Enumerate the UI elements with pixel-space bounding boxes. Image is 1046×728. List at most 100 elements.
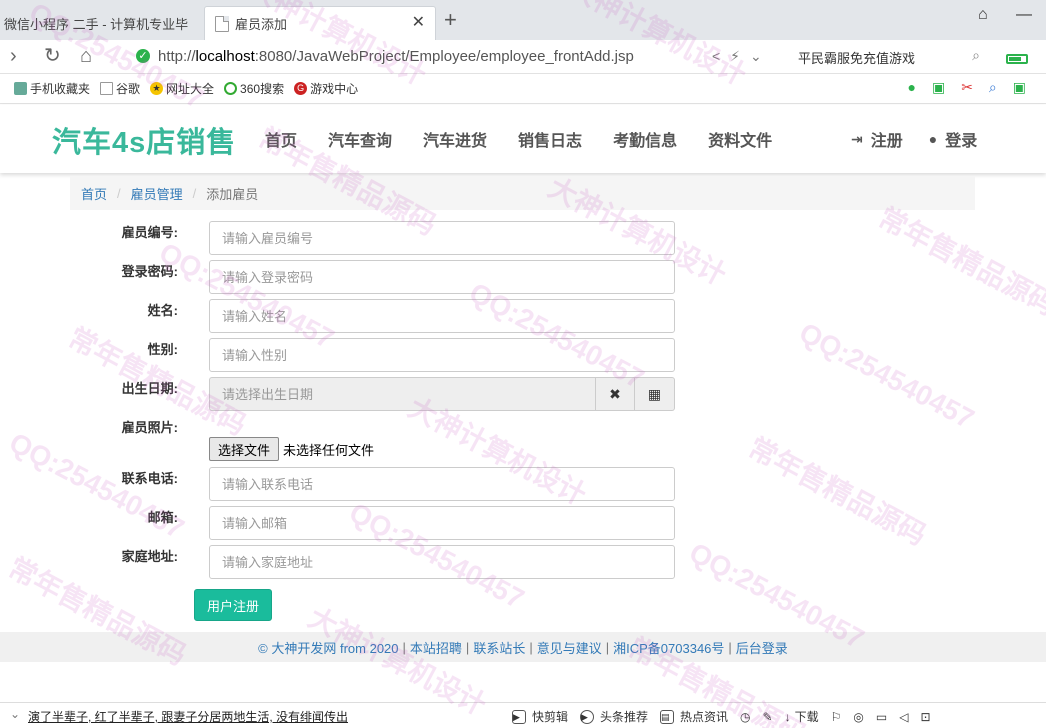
browser-tab-bar: 微信小程序 二手 - 计算机专业毕 雇员添加 ✕ + ⌂ — xyxy=(0,0,1046,40)
browser-status-bar: ⌄ 演了半辈子, 红了半辈子, 跟妻子分居两地生活, 没有绯闻传出 ▶ 快剪辑 ▶… xyxy=(0,702,1046,728)
footer-copyright[interactable]: © 大神开发网 from 2020 xyxy=(258,638,398,657)
address-bar: › ↻ ⌂ ✓ http://localhost:8080/JavaWebPro… xyxy=(0,40,1046,74)
zoom-icon[interactable]: ⊡ xyxy=(920,708,930,725)
login-link[interactable]: ● 登录 xyxy=(929,127,977,151)
browser-tab-inactive[interactable]: 微信小程序 二手 - 计算机专业毕 xyxy=(0,6,200,40)
site-logo[interactable]: 汽车4s店销售 xyxy=(52,119,236,161)
scissors-icon[interactable]: ✂ xyxy=(961,79,973,96)
birthday-input[interactable] xyxy=(209,377,595,411)
page-icon xyxy=(100,82,114,95)
bookmark-item[interactable]: ★ 网址大全 xyxy=(150,80,214,97)
browser-search-input[interactable]: 平民霸服免充值游戏 ⌕ xyxy=(788,44,988,70)
tab-label: 微信小程序 二手 - 计算机专业毕 xyxy=(4,16,189,32)
close-icon[interactable]: ✕ xyxy=(412,15,425,31)
birthday-label: 出生日期: xyxy=(121,381,178,396)
user-icon: ● xyxy=(928,131,938,147)
wechat-icon[interactable]: ● xyxy=(907,79,915,96)
watermark-text: QQ:254540457 xyxy=(794,316,980,435)
home-icon[interactable]: ⌂ xyxy=(80,44,92,68)
game-icon: G xyxy=(294,82,308,95)
bookmark-item[interactable]: 谷歌 xyxy=(100,80,140,97)
password-input[interactable] xyxy=(209,260,675,294)
browser-tab-active[interactable]: 雇员添加 ✕ xyxy=(204,6,436,40)
extension-icons: ● ▣ ✂ ⌕ ▣ xyxy=(907,79,1026,96)
minimize-icon[interactable]: — xyxy=(1016,6,1032,24)
user-links: ⇥ 注册 ● 登录 xyxy=(851,127,1003,151)
nav-car-purchase[interactable]: 汽车进货 xyxy=(423,127,487,151)
headline-button[interactable]: ▶ 头条推荐 xyxy=(580,708,648,725)
employee-no-label: 雇员编号: xyxy=(121,225,178,240)
pin-icon[interactable]: ✎ xyxy=(763,708,773,725)
gender-label: 性别: xyxy=(147,342,178,357)
search-icon[interactable]: ⌕ xyxy=(972,47,980,64)
name-label: 姓名: xyxy=(147,303,178,318)
birthday-picker: ✖ ▦ xyxy=(209,377,675,411)
bookmarks-bar: 手机收藏夹 谷歌 ★ 网址大全 360搜索 G 游戏中心 ● ▣ ✂ ⌕ ▣ xyxy=(0,74,1046,104)
watermark-text: 常年售精品源码 xyxy=(743,431,932,552)
reload-icon[interactable]: ↻ xyxy=(44,44,61,68)
star-icon: ★ xyxy=(150,82,164,95)
chevron-down-icon[interactable]: ⌄ xyxy=(10,707,20,721)
breadcrumb-home[interactable]: 首页 xyxy=(81,184,107,203)
email-input[interactable] xyxy=(209,506,675,540)
address-label: 家庭地址: xyxy=(121,549,178,564)
quick-edit-button[interactable]: ▶ 快剪辑 xyxy=(512,708,568,725)
phone-input[interactable] xyxy=(209,467,675,501)
nav-sales-log[interactable]: 销售日志 xyxy=(518,127,582,151)
bookmark-item[interactable]: 手机收藏夹 xyxy=(14,80,90,97)
clear-date-button[interactable]: ✖ xyxy=(595,377,635,411)
share-icon[interactable]: <⚡⌄ xyxy=(712,48,772,65)
gender-input[interactable] xyxy=(209,338,675,372)
shirt-icon[interactable]: ⌂ xyxy=(978,6,988,24)
window-icon[interactable]: ▭ xyxy=(876,708,887,725)
footer-link-feedback[interactable]: 意见与建议 xyxy=(537,638,602,657)
register-submit-button[interactable]: 用户注册 xyxy=(194,589,273,621)
register-link[interactable]: ⇥ 注册 xyxy=(851,127,903,151)
footer-link-icp[interactable]: 湘ICP备0703346号 xyxy=(613,638,724,657)
news-ticker-link[interactable]: 演了半辈子, 红了半辈子, 跟妻子分居两地生活, 没有绯闻传出 xyxy=(28,708,348,725)
gamepad-icon[interactable]: ▣ xyxy=(1013,79,1026,96)
calendar-button[interactable]: ▦ xyxy=(635,377,675,411)
footer-link-contact[interactable]: 联系站长 xyxy=(473,638,525,657)
password-label: 登录密码: xyxy=(121,264,178,279)
search-360-icon xyxy=(224,82,238,95)
news-icon: ▤ xyxy=(660,709,675,724)
flag-icon[interactable]: ⚐ xyxy=(831,708,842,725)
employee-no-input[interactable] xyxy=(209,221,675,255)
email-label: 邮箱: xyxy=(147,510,178,525)
footer-link-admin-login[interactable]: 后台登录 xyxy=(736,638,788,657)
shield-icon: ✓ xyxy=(136,49,150,63)
battery-icon xyxy=(1006,54,1028,64)
browser-icon[interactable]: ◎ xyxy=(853,708,863,725)
name-input[interactable] xyxy=(209,299,675,333)
url-field[interactable]: ✓ http://localhost:8080/JavaWebProject/E… xyxy=(136,43,776,69)
hot-news-button[interactable]: ▤ 热点资讯 xyxy=(660,708,728,725)
tab-label: 雇员添加 xyxy=(235,17,288,32)
speed-icon[interactable]: ◷ xyxy=(740,708,750,725)
download-button[interactable]: ↓ 下载 xyxy=(785,708,819,725)
calendar-icon: ▦ xyxy=(647,385,662,402)
footer-link-jobs[interactable]: 本站招聘 xyxy=(410,638,462,657)
bookmark-item[interactable]: G 游戏中心 xyxy=(294,80,358,97)
volume-icon[interactable]: ◁ xyxy=(899,708,908,725)
nav-documents[interactable]: 资料文件 xyxy=(708,127,772,151)
new-tab-icon[interactable]: + xyxy=(444,8,457,32)
nav-car-search[interactable]: 汽车查询 xyxy=(328,127,392,151)
page-icon xyxy=(215,15,229,32)
breadcrumb-current: 添加雇员 xyxy=(206,186,259,202)
sign-in-icon: ⇥ xyxy=(851,130,863,147)
choose-file-button[interactable]: 选择文件 xyxy=(209,437,280,461)
nav-home[interactable]: 首页 xyxy=(265,127,297,151)
photo-label: 雇员照片: xyxy=(121,420,178,435)
breadcrumb-section[interactable]: 雇员管理 xyxy=(131,184,183,203)
nav-attendance[interactable]: 考勤信息 xyxy=(613,127,677,151)
address-input[interactable] xyxy=(209,545,675,579)
phone-icon xyxy=(14,82,27,95)
magnifier-icon[interactable]: ⌕ xyxy=(989,79,997,96)
site-footer: © 大神开发网 from 2020 | 本站招聘 | 联系站长 | 意见与建议 … xyxy=(0,632,1046,662)
forward-icon[interactable]: › xyxy=(10,44,17,68)
download-icon: ↓ xyxy=(784,709,791,724)
translate-icon[interactable]: ▣ xyxy=(932,79,945,96)
phone-label: 联系电话: xyxy=(121,471,178,486)
bookmark-item[interactable]: 360搜索 xyxy=(224,80,284,97)
